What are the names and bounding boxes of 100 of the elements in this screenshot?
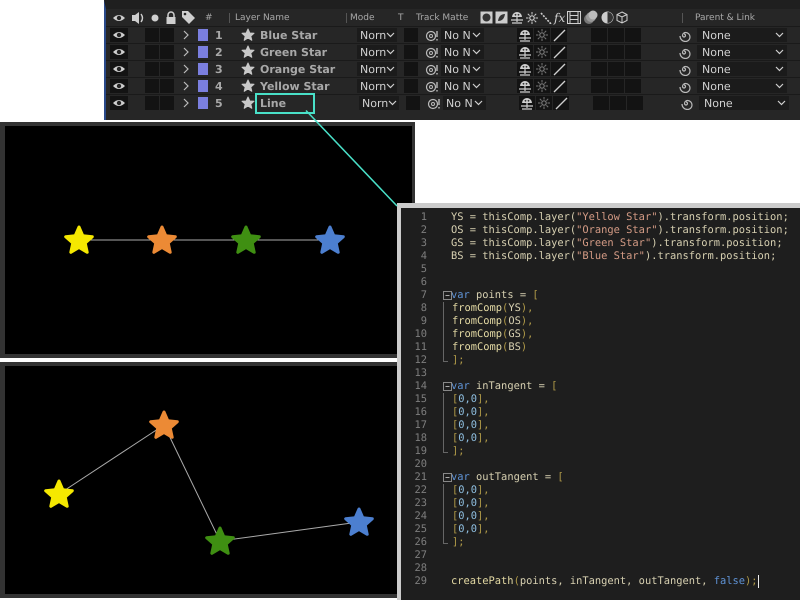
quality-icon[interactable] <box>540 12 552 24</box>
code-line: var inTangent = [ <box>451 380 558 393</box>
eye-icon[interactable] <box>112 63 126 75</box>
line-number: 20 <box>413 458 427 471</box>
eye-icon[interactable] <box>112 97 126 109</box>
label-swatch[interactable] <box>198 29 208 41</box>
matte-icon[interactable] <box>427 96 441 110</box>
mode-dropdown[interactable]: Norn <box>359 96 399 110</box>
speaker-icon[interactable] <box>131 10 145 24</box>
label-swatch[interactable] <box>198 97 208 109</box>
eye-icon[interactable] <box>112 80 126 92</box>
code-line: createPath(points, inTangent, outTangent, false); <box>451 575 758 588</box>
layer-number: 1 <box>215 28 224 42</box>
dot-icon[interactable] <box>150 12 160 22</box>
line-number: 4 <box>420 250 427 263</box>
column-header[interactable]: # <box>205 12 225 22</box>
sun-icon[interactable] <box>536 80 548 92</box>
mask-icon[interactable] <box>480 11 493 24</box>
matte-icon[interactable] <box>425 80 439 92</box>
parent-dropdown[interactable]: None <box>699 96 789 110</box>
column-header[interactable]: Parent & Link <box>682 12 755 22</box>
collapse-icon[interactable] <box>443 289 452 302</box>
collapse-icon[interactable] <box>443 380 452 393</box>
track-matte-dropdown[interactable]: No N <box>441 79 484 93</box>
shy-icon[interactable] <box>518 62 532 76</box>
code-line: ]; <box>452 536 465 549</box>
column-header[interactable]: Mode <box>346 12 398 22</box>
column-header[interactable]: T <box>398 12 408 22</box>
parent-dropdown[interactable]: None <box>697 62 787 76</box>
matte-icon[interactable] <box>425 62 439 76</box>
mode-dropdown[interactable]: Norn <box>357 62 397 76</box>
star-icon <box>241 96 255 110</box>
matte-icon[interactable] <box>425 46 439 58</box>
text-cursor <box>758 575 759 588</box>
code-line: ]; <box>452 354 465 367</box>
track-matte-dropdown[interactable]: No N <box>441 45 484 59</box>
eye-icon[interactable] <box>112 29 126 41</box>
lock-icon[interactable] <box>165 10 177 24</box>
code-line: [0,0], <box>452 523 490 536</box>
parent-dropdown[interactable]: None <box>697 79 787 93</box>
label-swatch[interactable] <box>198 80 208 92</box>
parent-dropdown[interactable]: None <box>697 28 787 42</box>
column-header[interactable]: Layer Name <box>229 12 346 22</box>
layer-name[interactable]: Blue Star <box>260 28 355 42</box>
mode-dropdown[interactable]: Norn <box>357 28 397 42</box>
layer-name[interactable]: Green Star <box>260 44 355 60</box>
caret-icon <box>388 100 398 106</box>
sun-icon[interactable] <box>536 63 548 75</box>
line-number: 25 <box>413 523 427 536</box>
line-number: 7 <box>420 289 427 302</box>
parent-dropdown[interactable]: None <box>697 45 787 59</box>
feather-icon[interactable] <box>495 11 508 24</box>
film-icon[interactable] <box>567 11 582 24</box>
line-number: 15 <box>413 393 427 406</box>
layer-name[interactable]: Line <box>258 96 312 110</box>
line-number: 26 <box>413 536 427 549</box>
layer-name[interactable]: Orange Star <box>260 62 355 76</box>
slash-icon[interactable] <box>552 80 566 92</box>
shy-icon[interactable] <box>518 46 532 58</box>
track-matte-dropdown[interactable]: No N <box>441 28 484 42</box>
shy-icon[interactable] <box>520 96 534 110</box>
caret-icon <box>775 66 784 72</box>
caret-icon <box>386 66 396 72</box>
code-line: [0,0], <box>452 419 490 432</box>
line-number: 24 <box>413 510 427 523</box>
slash-icon[interactable] <box>554 96 568 110</box>
layer-number: 2 <box>215 46 224 58</box>
caret-icon <box>472 83 481 89</box>
caret-icon <box>386 32 396 38</box>
eye-icon[interactable] <box>112 46 126 58</box>
sun-icon[interactable] <box>536 29 548 41</box>
line-number: 9 <box>420 315 427 328</box>
slash-icon[interactable] <box>552 46 566 58</box>
effects-toggle[interactable]: fx <box>554 10 566 24</box>
line-number: 17 <box>413 419 427 432</box>
sun-icon[interactable] <box>536 46 548 58</box>
circles-icon[interactable] <box>583 10 600 25</box>
mode-dropdown[interactable]: Norn <box>357 79 397 93</box>
tag-icon[interactable] <box>181 10 196 25</box>
caret-icon <box>472 32 481 38</box>
label-swatch[interactable] <box>198 63 208 75</box>
line-number: 3 <box>420 237 427 250</box>
column-header[interactable]: Track Matte <box>416 12 480 22</box>
shy-icon[interactable] <box>518 28 532 42</box>
collapse-icon[interactable] <box>443 471 452 484</box>
mode-dropdown[interactable]: Norn <box>357 45 397 59</box>
half-circle-icon[interactable] <box>601 11 614 24</box>
track-matte-dropdown[interactable]: No N <box>443 96 486 110</box>
code-line: [0,0], <box>452 393 490 406</box>
slash-icon[interactable] <box>552 28 566 42</box>
matte-icon[interactable] <box>425 28 439 42</box>
shy-icon[interactable] <box>510 11 524 24</box>
slash-icon[interactable] <box>552 62 566 76</box>
line-number: 13 <box>413 367 427 380</box>
sun-icon[interactable] <box>538 97 550 109</box>
cube-icon[interactable] <box>616 11 628 24</box>
shy-icon[interactable] <box>518 80 532 92</box>
track-matte-dropdown[interactable]: No N <box>441 62 484 76</box>
label-swatch[interactable] <box>198 46 208 58</box>
layer-name[interactable]: Yellow Star <box>260 78 355 94</box>
